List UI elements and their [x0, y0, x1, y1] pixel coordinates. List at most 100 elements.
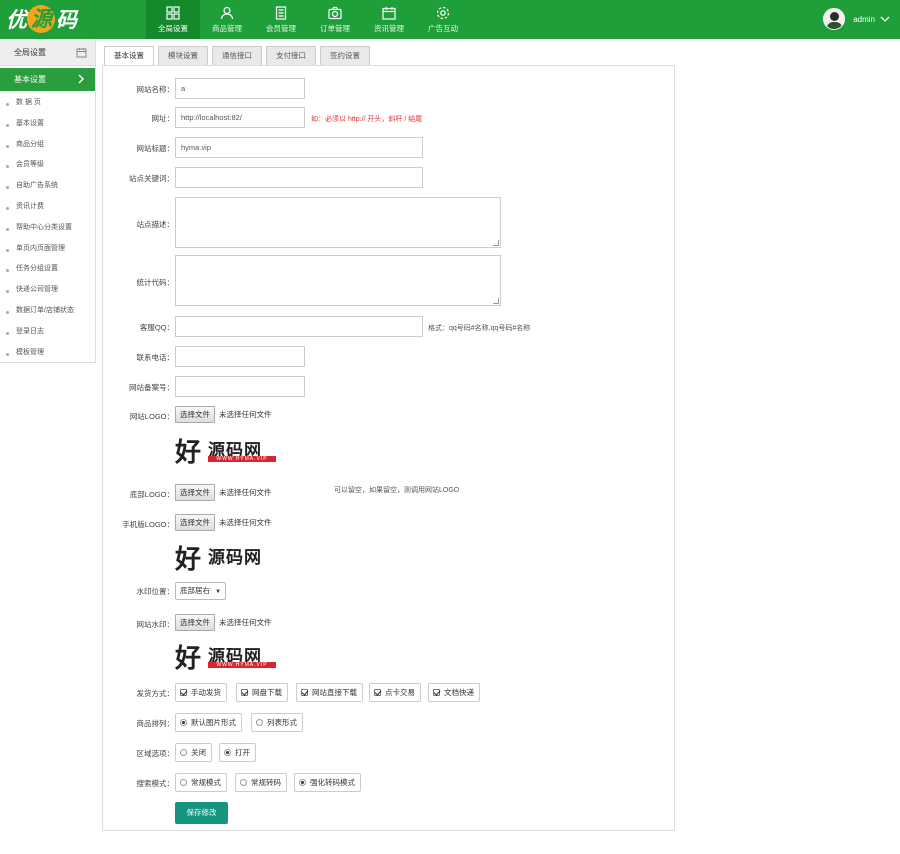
- delivery-option-manual[interactable]: 手动发货: [175, 683, 227, 702]
- nav-label: 订单管理: [320, 24, 350, 33]
- sidebar: 全局设置 基本设置 数 据 页 基本设置 商品分组 会员等级 自助广告系统 资讯…: [0, 39, 96, 363]
- region-option-off[interactable]: 关闭: [175, 743, 212, 762]
- nav-global-settings[interactable]: 全局设置: [146, 0, 200, 39]
- nav-news[interactable]: 资讯管理: [362, 0, 416, 39]
- sidebar-item[interactable]: 单页内页面管理: [0, 239, 95, 260]
- logo-file-input[interactable]: 选择文件 未选择任何文件: [175, 406, 272, 423]
- tab-module-settings[interactable]: 模块设置: [158, 46, 208, 65]
- radio[interactable]: [224, 749, 231, 756]
- search-mode-option-normal[interactable]: 常规模式: [175, 773, 227, 792]
- no-file-text: 未选择任何文件: [219, 618, 272, 627]
- option-label: 列表形式: [267, 718, 297, 727]
- delivery-option-netdisk[interactable]: 网盘下载: [236, 683, 288, 702]
- delivery-option-direct-download[interactable]: 网站直接下载: [296, 683, 363, 702]
- icp-label: 网站备案号：: [129, 383, 174, 392]
- save-button[interactable]: 保存修改: [175, 802, 228, 824]
- sidebar-item-basic-settings-active[interactable]: 基本设置: [0, 68, 95, 91]
- watermark-position-select[interactable]: 底部居右 ▼: [175, 582, 227, 600]
- radio[interactable]: [180, 749, 187, 756]
- no-file-text: 未选择任何文件: [219, 410, 272, 419]
- option-label: 默认图片形式: [191, 718, 236, 727]
- region-option-on[interactable]: 打开: [219, 743, 256, 762]
- sidebar-item[interactable]: 模板管理: [0, 343, 95, 364]
- nav-goods[interactable]: 商品管理: [200, 0, 254, 39]
- icp-input[interactable]: [175, 376, 305, 397]
- choose-file-button[interactable]: 选择文件: [175, 614, 215, 631]
- choose-file-button[interactable]: 选择文件: [175, 514, 215, 531]
- gear-icon: [436, 6, 450, 20]
- tab-contract-settings[interactable]: 签约设置: [320, 46, 370, 65]
- checkbox[interactable]: [180, 689, 187, 696]
- brand-text: 源码网: [208, 548, 262, 568]
- sidebar-item[interactable]: 商品分组: [0, 135, 95, 156]
- phone-input[interactable]: [175, 346, 305, 367]
- search-mode-option-enhanced[interactable]: 强化转码模式: [294, 773, 361, 792]
- stats-code-textarea[interactable]: [175, 255, 501, 306]
- site-title-label: 网站标题：: [136, 144, 175, 153]
- sidebar-item[interactable]: 会员等级: [0, 155, 95, 176]
- nav-label: 商品管理: [212, 24, 242, 33]
- goods-layout-option-image[interactable]: 默认图片形式: [175, 713, 242, 732]
- qq-input[interactable]: [175, 316, 423, 337]
- sidebar-item[interactable]: 资讯计费: [0, 197, 95, 218]
- checkbox[interactable]: [241, 689, 248, 696]
- url-input[interactable]: http://localhost:82/: [175, 107, 305, 128]
- no-file-text: 未选择任何文件: [219, 488, 272, 497]
- footer-logo-file-input[interactable]: 选择文件 未选择任何文件: [175, 484, 272, 501]
- main-nav: 全局设置 商品管理 会员管理 订单管理 资讯管理 广告互动: [146, 0, 470, 39]
- tab-payment-api[interactable]: 支付接口: [266, 46, 316, 65]
- choose-file-button[interactable]: 选择文件: [175, 406, 215, 423]
- qq-label: 客服QQ：: [139, 323, 174, 332]
- delivery-option-courier[interactable]: 文档快递: [428, 683, 480, 702]
- settings-form-panel: 网站名称： a 网址： http://localhost:82/ 如：必须以 h…: [102, 65, 675, 831]
- radio[interactable]: [180, 719, 187, 726]
- sidebar-item[interactable]: 数据订单/店铺状态: [0, 301, 95, 322]
- sidebar-item[interactable]: 基本设置: [0, 114, 95, 135]
- sidebar-item[interactable]: 任务分组设置: [0, 259, 95, 280]
- sidebar-item[interactable]: 登录日志: [0, 322, 95, 343]
- calendar-icon[interactable]: [76, 47, 87, 58]
- watermark-preview: 好 源码网 WWW.HYMA.VIP: [175, 639, 279, 674]
- logo-text-left: 优: [6, 8, 27, 32]
- description-label: 站点描述：: [136, 220, 175, 229]
- option-label: 打开: [235, 748, 250, 757]
- sidebar-item[interactable]: 自助广告系统: [0, 176, 95, 197]
- tab-basic-settings[interactable]: 基本设置: [104, 46, 154, 66]
- description-textarea[interactable]: [175, 197, 501, 248]
- site-title-input[interactable]: hyma.vip: [175, 137, 423, 158]
- site-name-input[interactable]: a: [175, 78, 305, 99]
- logo-text-right: 码: [56, 8, 77, 32]
- checkbox[interactable]: [374, 689, 381, 696]
- nav-orders[interactable]: 订单管理: [308, 0, 362, 39]
- radio[interactable]: [180, 779, 187, 786]
- checkbox[interactable]: [301, 689, 308, 696]
- tab-communication-api[interactable]: 通信接口: [212, 46, 262, 65]
- document-icon: [275, 6, 287, 20]
- grid-icon: [166, 6, 180, 20]
- search-mode-option-transcode[interactable]: 常规转码: [235, 773, 287, 792]
- choose-file-button[interactable]: 选择文件: [175, 484, 215, 501]
- delivery-option-card[interactable]: 点卡交易: [369, 683, 421, 702]
- nav-members[interactable]: 会员管理: [254, 0, 308, 39]
- nav-ads[interactable]: 广告互动: [416, 0, 470, 39]
- checkbox[interactable]: [433, 689, 440, 696]
- radio[interactable]: [256, 719, 263, 726]
- goods-layout-label: 商品排列：: [136, 719, 175, 728]
- top-navigation-bar: 优 源 码 全局设置 商品管理 会员管理 订单管理 资讯管理 广告互动 admi…: [0, 0, 900, 39]
- site-logo[interactable]: 优 源 码: [6, 5, 77, 33]
- option-label: 手动发货: [191, 688, 221, 697]
- user-menu[interactable]: admin: [823, 8, 890, 30]
- option-label: 常规模式: [191, 778, 221, 787]
- radio[interactable]: [299, 779, 306, 786]
- sidebar-item[interactable]: 帮助中心分类设置: [0, 218, 95, 239]
- chevron-down-icon: [880, 16, 890, 22]
- mobile-logo-file-input[interactable]: 选择文件 未选择任何文件: [175, 514, 272, 531]
- goods-layout-option-list[interactable]: 列表形式: [251, 713, 303, 732]
- watermark-file-input[interactable]: 选择文件 未选择任何文件: [175, 614, 272, 631]
- option-label: 强化转码模式: [310, 778, 355, 787]
- sidebar-item[interactable]: 数 据 页: [0, 93, 95, 114]
- keywords-input[interactable]: [175, 167, 423, 188]
- option-label: 文档快递: [444, 688, 474, 697]
- sidebar-item[interactable]: 快递公司管理: [0, 280, 95, 301]
- radio[interactable]: [240, 779, 247, 786]
